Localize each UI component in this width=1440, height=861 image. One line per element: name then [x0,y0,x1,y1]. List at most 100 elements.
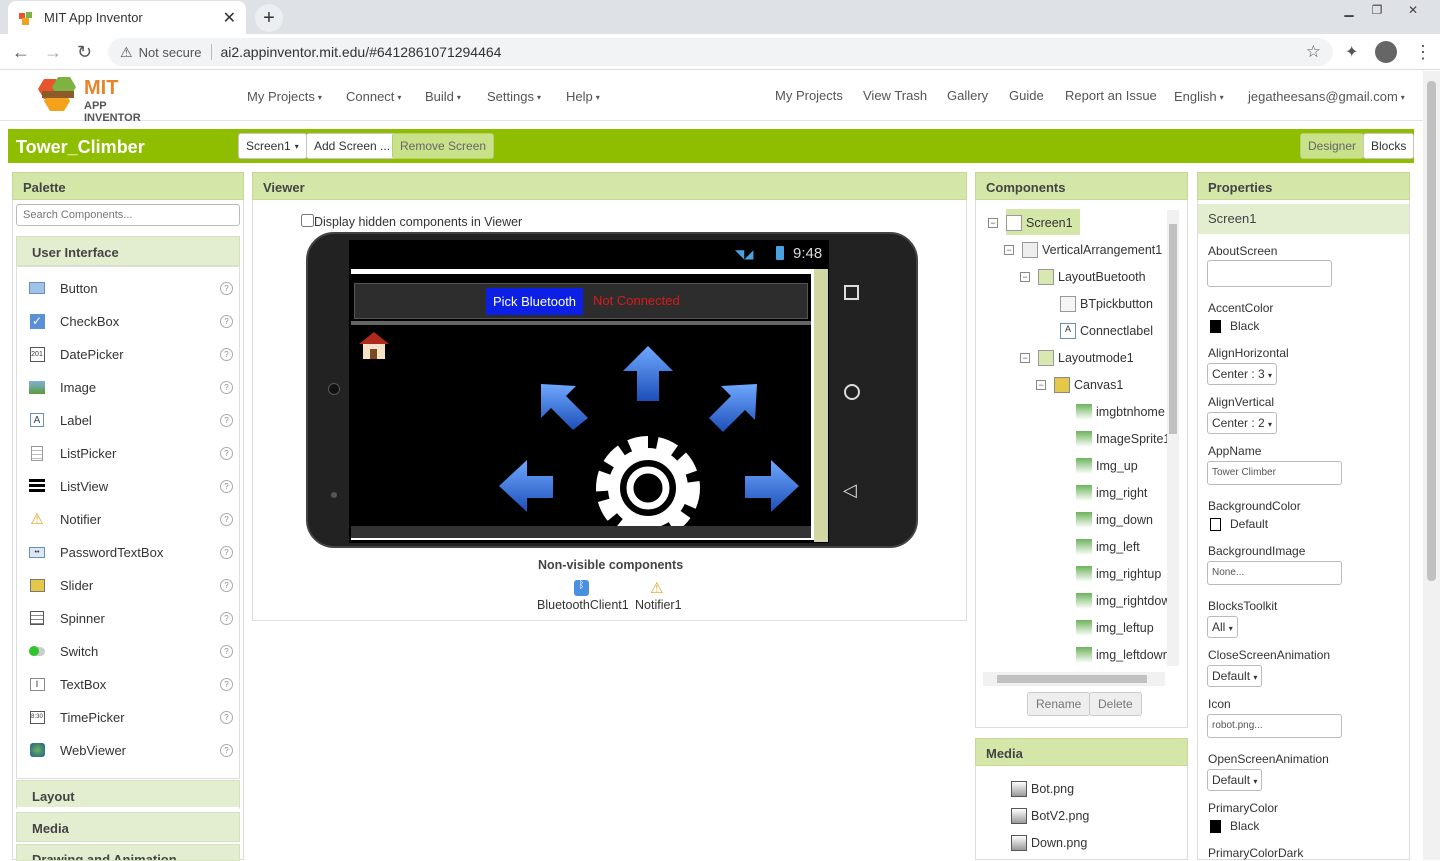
mit-logo[interactable]: MIT APP INVENTOR [36,75,166,124]
browser-tab[interactable]: MIT App Inventor ✕ [8,1,246,34]
palette-item-checkbox[interactable]: ✓ CheckBox? [28,310,233,332]
media-file[interactable]: Down.png [1011,833,1087,853]
color-swatch[interactable] [1210,320,1221,333]
page-scrollbar[interactable] [1423,71,1440,860]
link-report-issue[interactable]: Report an Issue [1065,88,1157,103]
category-drawing-animation[interactable]: Drawing and Animation [16,844,240,861]
color-swatch[interactable] [1210,518,1221,531]
back-nav-icon[interactable]: ◁ [843,480,857,501]
link-view-trash[interactable]: View Trash [863,88,927,103]
blocks-toolkit-dropdown[interactable]: All ▾ [1207,616,1238,638]
extensions-icon[interactable]: ✦ [1345,42,1358,62]
palette-item-passwordtextbox[interactable]: •• PasswordTextBox? [28,541,233,563]
align-horizontal-dropdown[interactable]: Center : 3 ▾ [1207,363,1278,385]
media-file[interactable]: Bot.png [1011,779,1074,799]
language-menu[interactable]: English ▾ [1174,89,1224,104]
prop-value[interactable]: Black [1230,819,1259,833]
help-icon[interactable]: ? [220,710,233,724]
background-image-input[interactable]: None... [1207,561,1342,585]
palette-item-timepicker[interactable]: 8:30 TimePicker? [28,706,233,728]
tree-node[interactable]: img_down [1076,510,1153,530]
designer-button[interactable]: Designer [1300,133,1365,159]
tree-node[interactable]: ImageSprite1 [1076,429,1170,449]
help-icon[interactable]: ? [220,545,233,559]
palette-item-slider[interactable]: Slider? [28,574,233,596]
about-screen-textarea[interactable] [1207,260,1332,287]
menu-my-projects[interactable]: My Projects ▾ [247,89,322,104]
category-media[interactable]: Media [16,812,240,842]
tree-node[interactable]: − LayoutBuetooth [1020,267,1146,287]
account-menu[interactable]: jegatheesans@gmail.com ▾ [1248,89,1405,104]
palette-item-switch[interactable]: Switch? [28,640,233,662]
menu-connect[interactable]: Connect ▾ [346,89,401,104]
help-icon[interactable]: ? [220,413,233,427]
palette-item-datepicker[interactable]: 201 DatePicker? [28,343,233,365]
nonvisible-bluetooth[interactable]: BluetoothClient1 [537,598,629,612]
color-swatch[interactable] [1210,820,1221,833]
tree-node[interactable]: − Canvas1 [1036,375,1123,395]
help-icon[interactable]: ? [220,380,233,394]
pick-bluetooth-button[interactable]: Pick Bluetooth [486,288,583,315]
app-name-input[interactable]: Tower Climber [1207,461,1342,485]
palette-item-notifier[interactable]: ⚠ Notifier? [28,508,233,530]
tree-node[interactable]: img_leftup [1076,618,1154,638]
align-vertical-dropdown[interactable]: Center : 2 ▾ [1207,412,1278,434]
back-icon[interactable]: ← [12,42,30,63]
help-icon[interactable]: ? [220,743,233,757]
maximize-icon[interactable]: ❐ [1364,0,1390,20]
palette-item-image[interactable]: Image? [28,376,233,398]
rename-button[interactable]: Rename [1027,692,1091,716]
home-nav-icon[interactable] [844,384,860,400]
close-tab-icon[interactable]: ✕ [223,8,236,28]
icon-input[interactable]: robot.png... [1207,714,1342,738]
menu-build[interactable]: Build ▾ [425,89,461,104]
help-icon[interactable]: ? [220,611,233,625]
tree-node[interactable]: − VerticalArrangement1 [1004,240,1162,260]
nonvisible-notifier[interactable]: Notifier1 [635,598,682,612]
bookmark-star-icon[interactable]: ☆ [1306,42,1321,62]
url-field[interactable]: ⚠ Not secure ai2.appinventor.mit.edu/#64… [108,38,1333,66]
palette-item-button[interactable]: Button? [28,277,233,299]
tree-node[interactable]: img_left [1076,537,1140,557]
tree-node[interactable]: img_rightup [1076,564,1161,584]
media-file[interactable]: BotV2.png [1011,806,1089,826]
palette-item-spinner[interactable]: Spinner? [28,607,233,629]
tree-node[interactable]: A Connectlabel [1060,321,1153,341]
palette-item-label[interactable]: A Label? [28,409,233,431]
tree-node[interactable]: img_right [1076,483,1147,503]
link-gallery[interactable]: Gallery [947,88,988,103]
palette-item-listpicker[interactable]: ListPicker? [28,442,233,464]
help-icon[interactable]: ? [220,644,233,658]
blocks-button[interactable]: Blocks [1363,133,1415,159]
tree-vertical-scrollbar[interactable] [1167,210,1179,666]
open-animation-dropdown[interactable]: Default ▾ [1207,769,1263,791]
browser-menu-icon[interactable]: ⋮ [1414,42,1432,63]
category-user-interface[interactable]: User Interface [16,236,240,266]
remove-screen-button[interactable]: Remove Screen [392,133,495,159]
help-icon[interactable]: ? [220,512,233,526]
display-hidden-checkbox[interactable] [301,214,314,227]
tree-node[interactable]: img_leftdown [1076,645,1170,665]
help-icon[interactable]: ? [220,281,233,295]
new-tab-button[interactable]: + [255,4,283,32]
tree-node[interactable]: img_rightdow [1076,591,1170,611]
screen-select[interactable]: Screen1 ▾ [238,133,307,159]
palette-item-webviewer[interactable]: WebViewer? [28,739,233,761]
search-components-input[interactable] [16,204,240,226]
tree-node[interactable]: Img_up [1076,456,1138,476]
palette-item-textbox[interactable]: I TextBox? [28,673,233,695]
minimize-icon[interactable]: ▁ [1336,0,1362,20]
prop-value[interactable]: Black [1230,319,1259,333]
prop-value[interactable]: Default [1230,517,1268,531]
tree-node[interactable]: imgbtnhome [1076,402,1165,422]
help-icon[interactable]: ? [220,446,233,460]
tree-node[interactable]: − Layoutmode1 [1020,348,1134,368]
link-my-projects[interactable]: My Projects [775,88,843,103]
tree-node[interactable]: − Screen1 [988,209,1080,235]
menu-settings[interactable]: Settings ▾ [487,89,541,104]
link-guide[interactable]: Guide [1009,88,1044,103]
close-animation-dropdown[interactable]: Default ▾ [1207,665,1263,687]
window-close-icon[interactable]: ✕ [1400,0,1426,20]
help-icon[interactable]: ? [220,677,233,691]
help-icon[interactable]: ? [220,314,233,328]
